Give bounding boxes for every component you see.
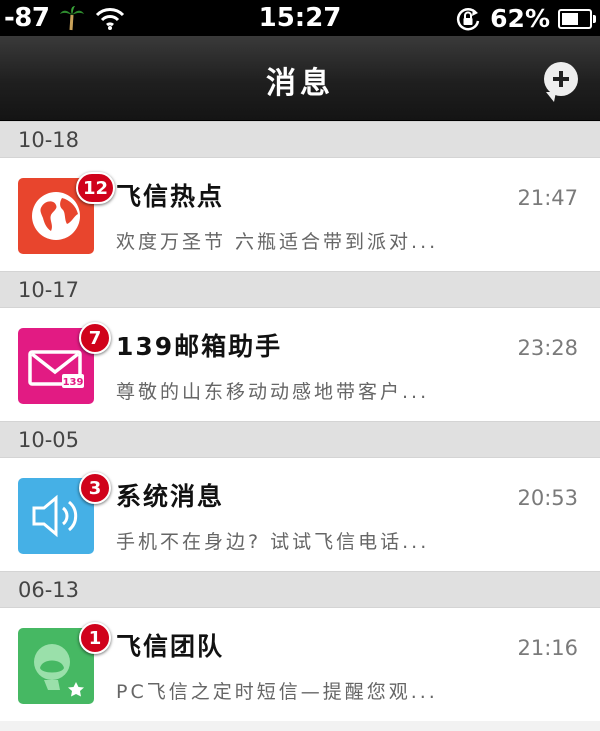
conversation-row-1[interactable]: 12 飞信热点 21:47 欢度万圣节 六瓶适合带到派对... xyxy=(0,158,600,271)
conversation-name: 系统消息 xyxy=(116,482,225,511)
conversation-list: 10-18 12 飞信热点 21:47 欢度万圣节 六瓶适合带到派对... 10… xyxy=(0,121,600,721)
date-header: 10-18 xyxy=(0,121,600,158)
conversation-name: 139邮箱助手 xyxy=(116,332,283,361)
rotation-lock-icon xyxy=(457,7,480,30)
conversation-time: 21:47 xyxy=(517,186,578,210)
battery-level xyxy=(562,12,579,25)
date-header: 10-17 xyxy=(0,271,600,308)
new-message-button[interactable] xyxy=(544,62,578,102)
conversation-time: 21:16 xyxy=(517,636,578,660)
conversation-name: 飞信热点 xyxy=(116,182,225,211)
unread-badge: 12 xyxy=(76,172,116,204)
conversation-row-4[interactable]: 1 飞信团队 21:16 PC飞信之定时短信—提醒您观... xyxy=(0,608,600,721)
battery-percentage: 62% xyxy=(490,4,550,33)
conversation-name: 飞信团队 xyxy=(116,632,225,661)
conversation-row-2[interactable]: 139 7 139邮箱助手 23:28 尊敬的山东移动动感地带客户... xyxy=(0,308,600,421)
status-bar: -87 15:27 62% xyxy=(0,0,600,36)
battery-icon xyxy=(558,8,596,29)
message-preview: PC飞信之定时短信—提醒您观... xyxy=(116,681,438,703)
conversation-time: 20:53 xyxy=(517,486,578,510)
date-label: 10-18 xyxy=(18,128,80,152)
navigation-bar: 消息 xyxy=(0,36,600,121)
date-header: 06-13 xyxy=(0,571,600,608)
conversation-time: 23:28 xyxy=(517,336,578,360)
message-preview: 尊敬的山东移动动感地带客户... xyxy=(116,381,430,403)
date-header: 10-05 xyxy=(0,421,600,458)
unread-badge: 1 xyxy=(79,622,111,654)
message-preview: 欢度万圣节 六瓶适合带到派对... xyxy=(116,231,439,253)
message-preview: 手机不在身边? 试试飞信电话... xyxy=(116,531,430,553)
svg-text:139: 139 xyxy=(63,377,84,388)
date-label: 10-17 xyxy=(18,278,80,302)
date-label: 06-13 xyxy=(18,578,80,602)
page-title: 消息 xyxy=(266,66,334,101)
status-right: 62% xyxy=(454,4,596,33)
unread-badge: 7 xyxy=(79,322,111,354)
date-label: 10-05 xyxy=(18,428,80,452)
unread-badge: 3 xyxy=(79,472,111,504)
conversation-row-3[interactable]: 3 系统消息 20:53 手机不在身边? 试试飞信电话... xyxy=(0,458,600,571)
